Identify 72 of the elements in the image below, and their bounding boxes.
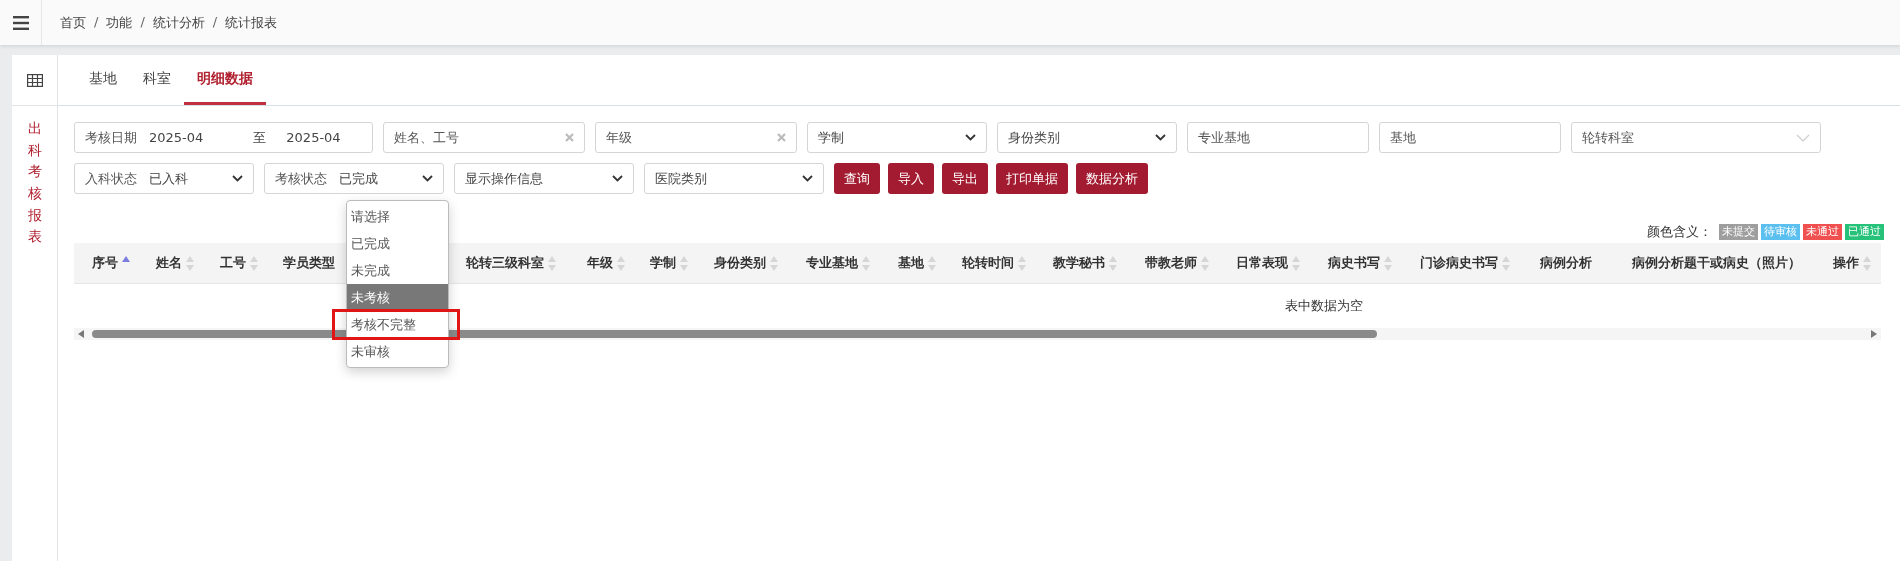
input-field[interactable]: 专业基地 (1187, 122, 1369, 153)
column-header[interactable]: 病例分析 (1540, 254, 1592, 272)
action-button[interactable]: 数据分析 (1076, 163, 1148, 194)
column-header[interactable]: 教学秘书 (1053, 254, 1105, 272)
breadcrumb-item[interactable]: 统计分析 (152, 13, 205, 32)
breadcrumb-item[interactable]: 功能 (106, 13, 133, 32)
legend-badge: 未提交 (1719, 224, 1758, 240)
breadcrumb-separator: / (140, 13, 145, 31)
select-field[interactable]: 轮转科室 (1571, 122, 1821, 153)
column-header[interactable]: 学制 (650, 254, 676, 272)
dropdown-option[interactable]: 未考核 (347, 284, 448, 311)
chevron-down-icon (965, 134, 976, 141)
legend-badge: 未通过 (1803, 224, 1842, 240)
select-field[interactable]: 学制 (807, 122, 987, 153)
dropdown-option[interactable]: 未完成 (347, 257, 448, 284)
chevron-down-icon (802, 175, 813, 182)
column-header[interactable]: 工号 (220, 254, 246, 272)
input-field[interactable]: 年级 (595, 122, 797, 153)
column-header[interactable]: 专业基地 (806, 254, 858, 272)
dropdown-option[interactable]: 请选择 (347, 203, 448, 230)
scroll-right-icon[interactable] (1871, 330, 1877, 338)
action-button[interactable]: 导出 (942, 163, 988, 194)
input-field[interactable]: 姓名、工号 (383, 122, 585, 153)
tab[interactable]: 基地 (76, 55, 130, 105)
column-header[interactable]: 轮转时间 (962, 254, 1014, 272)
column-header[interactable]: 日常表现 (1236, 254, 1288, 272)
scroll-left-icon[interactable] (78, 330, 84, 338)
column-header[interactable]: 门诊病史书写 (1420, 254, 1498, 272)
column-header[interactable]: 轮转三级科室 (466, 254, 544, 272)
column-header[interactable]: 病例分析题干或病史（照片） (1632, 254, 1801, 272)
column-header[interactable]: 身份类别 (714, 254, 766, 272)
select-field[interactable]: 显示操作信息 (454, 163, 634, 194)
breadcrumb-item[interactable]: 首页 (60, 13, 86, 32)
breadcrumb-item: 统计报表 (225, 13, 278, 32)
empty-message: 表中数据为空 (1285, 297, 1363, 315)
column-header[interactable]: 基地 (898, 254, 924, 272)
column-header[interactable]: 带教老师 (1145, 254, 1197, 272)
dropdown-option[interactable]: 已完成 (347, 230, 448, 257)
clear-icon[interactable] (565, 133, 574, 142)
menu-icon (12, 15, 29, 30)
chevron-down-icon (422, 175, 433, 182)
action-button[interactable]: 查询 (834, 163, 880, 194)
select-field[interactable]: 考核状态 已完成 (264, 163, 444, 194)
column-header[interactable]: 学员类型 (283, 254, 335, 272)
select-field[interactable]: 入科状态 已入科 (74, 163, 254, 194)
breadcrumb-separator: / (94, 13, 99, 31)
date-range-field[interactable]: 考核日期 2025-04 至 2025-04 (74, 122, 373, 153)
breadcrumb-separator: / (212, 13, 218, 31)
chevron-down-icon (232, 175, 243, 182)
chevron-down-icon (1796, 133, 1810, 142)
legend-label: 颜色含义： (1647, 223, 1712, 241)
table-icon[interactable] (26, 73, 43, 87)
action-button[interactable]: 导入 (888, 163, 934, 194)
dropdown-option[interactable]: 未审核 (347, 338, 448, 365)
tab[interactable]: 科室 (130, 55, 184, 105)
column-header[interactable]: 操作 (1833, 254, 1859, 272)
select-field[interactable]: 身份类别 (997, 122, 1177, 153)
sidebar-title: 出科考核报表 (27, 119, 42, 247)
dropdown-option[interactable]: 考核不完整 (332, 309, 460, 340)
chevron-down-icon (612, 175, 623, 182)
legend-badge: 已通过 (1845, 224, 1884, 240)
column-header[interactable]: 序号 (92, 254, 118, 272)
tab[interactable]: 明细数据 (184, 55, 266, 105)
column-header[interactable]: 姓名 (156, 254, 182, 272)
column-header[interactable]: 年级 (587, 254, 613, 272)
clear-icon[interactable] (777, 133, 786, 142)
legend-badge: 待审核 (1761, 224, 1800, 240)
action-button[interactable]: 打印单据 (996, 163, 1068, 194)
chevron-down-icon (1155, 134, 1166, 141)
select-field[interactable]: 医院类别 (644, 163, 824, 194)
input-field[interactable]: 基地 (1379, 122, 1561, 153)
column-header[interactable]: 病史书写 (1328, 254, 1380, 272)
